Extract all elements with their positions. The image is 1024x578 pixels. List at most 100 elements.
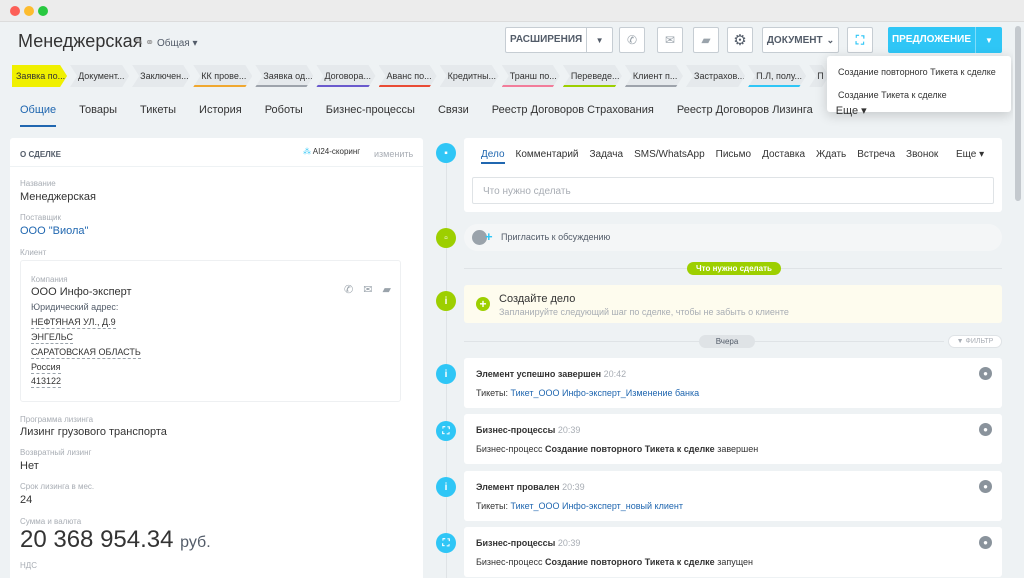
supplier-link[interactable]: ООО "Виола" xyxy=(20,225,88,237)
stage-11[interactable]: Клиент п... xyxy=(625,65,683,87)
event-prefix: Тикеты: xyxy=(476,501,508,511)
composer-tab-more[interactable]: Еще ▾ xyxy=(956,149,984,160)
composer-tab-comment[interactable]: Комментарий xyxy=(516,149,579,160)
scan-button[interactable]: ⛶ xyxy=(847,27,873,53)
scrollbar-thumb[interactable] xyxy=(1015,26,1021,201)
tab-tickets[interactable]: Тикеты xyxy=(140,104,176,124)
create-task-card[interactable]: + Создайте дело Запланируйте следующий ш… xyxy=(464,285,1002,323)
composer-tab-todo[interactable]: Задача xyxy=(590,149,624,160)
deal-details-panel: О СДЕЛКЕ ⁂ AI24-скоринг изменить Названи… xyxy=(10,138,423,578)
menu-item-repeat-ticket[interactable]: Создание повторного Тикета к сделке xyxy=(838,67,996,77)
pipeline-stages: Заявка по... Документ... Заключен... КК про… xyxy=(12,65,832,87)
chevron-down-icon: ⌄ xyxy=(826,34,835,45)
chevron-down-icon[interactable]: ▼ xyxy=(976,36,1002,45)
stage-13[interactable]: П.Л, полу... xyxy=(748,65,806,87)
composer-tab-email[interactable]: Письмо xyxy=(716,149,751,160)
phone-button[interactable]: ✆ xyxy=(619,27,645,53)
stage-12[interactable]: Застрахов... xyxy=(686,65,745,87)
close-window-icon[interactable] xyxy=(10,6,20,16)
tab-general[interactable]: Общие xyxy=(20,104,57,127)
link-icon[interactable]: ⚭ xyxy=(145,36,154,49)
stage-3[interactable]: Заключен... xyxy=(132,65,190,87)
change-link[interactable]: изменить xyxy=(374,149,413,159)
user-icon[interactable]: ● xyxy=(979,536,992,549)
maximize-window-icon[interactable] xyxy=(38,6,48,16)
tab-more[interactable]: Еще ▾ xyxy=(836,104,867,124)
stage-1[interactable]: Заявка по... xyxy=(12,65,67,87)
mail-icon[interactable]: ✉ xyxy=(363,283,372,296)
stage-color-bar xyxy=(440,85,499,87)
settings-button[interactable]: ⚙ xyxy=(727,27,753,53)
user-icon[interactable]: ● xyxy=(979,480,992,493)
company-name[interactable]: ООО Инфо-эксперт xyxy=(31,286,132,298)
ticket-link[interactable]: Тикет_ООО Инфо-эксперт_новый клиент xyxy=(510,501,682,511)
task-input[interactable]: Что нужно сделать xyxy=(472,177,994,204)
gear-icon: ⚙ xyxy=(733,32,747,49)
tab-products[interactable]: Товары xyxy=(79,104,117,124)
stage-10[interactable]: Переведе... xyxy=(563,65,622,87)
address-line: НЕФТЯНАЯ УЛ., Д.9 xyxy=(31,317,116,329)
composer-tab-call[interactable]: Звонок xyxy=(906,149,938,160)
chat-button[interactable]: ▰ xyxy=(693,27,719,53)
chevron-down-icon[interactable]: ▼ xyxy=(587,36,612,45)
event-title: Бизнес-процессы 20:39 xyxy=(476,425,580,435)
user-icon[interactable]: ● xyxy=(979,423,992,436)
tab-insurance-register[interactable]: Реестр Договоров Страхования xyxy=(492,104,654,124)
minimize-window-icon[interactable] xyxy=(24,6,34,16)
stage-8[interactable]: Кредитны... xyxy=(440,65,499,87)
offer-button[interactable]: ПРЕДЛОЖЕНИЕ ▼ xyxy=(888,27,1002,53)
document-button[interactable]: ДОКУМЕНТ ⌄ xyxy=(762,27,839,53)
client-contact-icons: ✆ ✉ ▰ xyxy=(344,283,391,296)
event-status: завершен xyxy=(717,444,759,454)
mail-button[interactable]: ✉ xyxy=(657,27,683,53)
deal-tabs: Общие Товары Тикеты История Роботы Бизне… xyxy=(20,104,890,127)
invite-to-discussion[interactable]: + Пригласить к обсуждению xyxy=(464,224,1002,251)
chat-icon[interactable]: ▰ xyxy=(382,283,390,296)
tab-history[interactable]: История xyxy=(199,104,242,124)
category-selector[interactable]: Общая ▾ xyxy=(157,38,198,49)
composer-tab-wait[interactable]: Ждать xyxy=(816,149,846,160)
event-title-text: Бизнес-процессы xyxy=(476,538,556,548)
pencil-icon[interactable]: ✎ xyxy=(135,37,143,48)
composer-tab-task[interactable]: Дело xyxy=(481,149,505,164)
stage-4[interactable]: КК прове... xyxy=(193,65,252,87)
field-label: Сумма и валюта xyxy=(20,517,82,526)
stage-color-bar xyxy=(625,85,683,87)
timeline-event: Элемент провален 20:39 Тикеты: Тикет_ООО… xyxy=(464,471,1002,521)
tab-links[interactable]: Связи xyxy=(438,104,469,124)
todo-hint: Запланируйте следующий шаг по сделке, чт… xyxy=(499,307,789,317)
tab-robots[interactable]: Роботы xyxy=(265,104,303,124)
composer-tabs: Дело Комментарий Задача SMS/WhatsApp Пис… xyxy=(481,149,949,164)
composer-tab-sms[interactable]: SMS/WhatsApp xyxy=(634,149,705,160)
term-value: 24 xyxy=(20,494,33,506)
tab-leasing-register[interactable]: Реестр Договоров Лизинга xyxy=(677,104,813,124)
stage-color-bar xyxy=(563,85,622,87)
user-icon[interactable]: ● xyxy=(979,367,992,380)
menu-item-ticket[interactable]: Создание Тикета к сделке xyxy=(838,90,947,100)
extensions-button[interactable]: РАСШИРЕНИЯ ▼ xyxy=(505,27,613,53)
event-status: запущен xyxy=(717,557,753,567)
composer-tab-meeting[interactable]: Встреча xyxy=(857,149,895,160)
field-label: Возвратный лизинг xyxy=(20,448,92,457)
chat-icon: ▰ xyxy=(701,33,711,47)
stage-9[interactable]: Транш по... xyxy=(502,65,560,87)
page-scrollbar[interactable] xyxy=(1013,22,1024,578)
filter-label: ФИЛЬТР xyxy=(965,338,994,345)
client-card: Компания ООО Инфо-эксперт Юридический ад… xyxy=(20,260,401,402)
invite-text: Пригласить к обсуждению xyxy=(501,232,611,242)
program-value: Лизинг грузового транспорта xyxy=(20,426,167,438)
stage-7[interactable]: Аванс по... xyxy=(379,65,437,87)
plus-circle-icon[interactable]: + xyxy=(476,297,490,311)
event-title-text: Элемент успешно завершен xyxy=(476,369,602,379)
ticket-link[interactable]: Тикет_ООО Инфо-эксперт_Изменение банка xyxy=(510,388,699,398)
tab-business-processes[interactable]: Бизнес-процессы xyxy=(326,104,415,124)
filter-button[interactable]: ▼ ФИЛЬТР xyxy=(948,335,1002,348)
stage-5[interactable]: Заявка од... xyxy=(255,65,313,87)
composer-tab-delivery[interactable]: Доставка xyxy=(762,149,805,160)
stage-2[interactable]: Документ... xyxy=(70,65,129,87)
process-name: Создание повторного Тикета к сделке xyxy=(545,444,715,454)
phone-icon[interactable]: ✆ xyxy=(344,283,353,296)
ai-scoring-button[interactable]: ⁂ AI24-скоринг xyxy=(303,147,360,156)
info-icon: i xyxy=(436,477,456,497)
stage-6[interactable]: Договора... xyxy=(316,65,375,87)
